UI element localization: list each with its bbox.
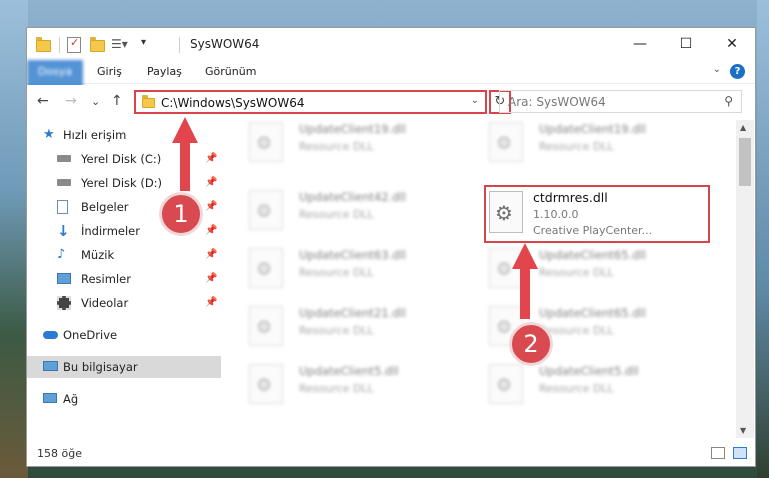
address-bar[interactable]: C:\Windows\SysWOW64 ⌄	[134, 90, 487, 114]
pictures-icon	[57, 273, 71, 284]
computer-icon	[43, 361, 58, 371]
step-2-badge: 2	[509, 322, 553, 366]
tab-share[interactable]: Paylaş	[139, 60, 190, 84]
highlighted-file-version: 1.10.0.0	[533, 208, 579, 221]
file-item[interactable]: UpdateClient21.dll Resource DLL	[241, 304, 456, 350]
maximize-button[interactable]: ☐	[663, 28, 709, 60]
desktop-background-left	[0, 0, 28, 478]
dll-file-icon	[489, 122, 523, 162]
title-bar: ✓ ☰▾ ▾ SysWOW64 — ☐ ✕	[27, 28, 755, 60]
toolbar-separator	[59, 37, 60, 53]
search-placeholder: Ara: SysWOW64	[508, 95, 606, 109]
pin-icon[interactable]: 📌	[205, 268, 217, 290]
scroll-down-icon[interactable]: ▼	[740, 426, 746, 435]
sidebar-item-this-pc[interactable]: Bu bilgisayar	[27, 356, 221, 378]
scroll-up-icon[interactable]: ▲	[740, 123, 746, 132]
title-separator	[179, 37, 180, 53]
search-input[interactable]: Ara: SysWOW64 ⚲	[499, 90, 742, 113]
file-item[interactable]: UpdateClient63.dll Resource DLL	[241, 246, 456, 292]
sidebar-item-pictures[interactable]: Resimler 📌	[27, 268, 221, 290]
desktop-background-right	[757, 0, 769, 478]
cloud-icon	[43, 331, 58, 339]
customize-toolbar-icon[interactable]: ▾	[141, 37, 153, 53]
folder-icon[interactable]	[35, 37, 51, 53]
sidebar-item-music[interactable]: ♪ Müzik 📌	[27, 244, 221, 266]
forward-button[interactable]: →	[65, 93, 77, 109]
large-icons-view-icon[interactable]	[733, 447, 747, 459]
sidebar-item-network[interactable]: Ağ	[27, 388, 221, 410]
drive-icon	[57, 179, 71, 186]
video-icon	[57, 296, 71, 310]
arrow-2-head	[512, 243, 538, 269]
dll-file-icon	[249, 122, 283, 162]
network-icon	[43, 393, 57, 403]
highlighted-file-item[interactable]: ctdrmres.dll 1.10.0.0 Creative PlayCente…	[484, 185, 710, 243]
back-button[interactable]: ←	[37, 93, 49, 109]
navigation-pane: ★ Hızlı erişim Yerel Disk (C:) 📌 Yerel D…	[27, 120, 221, 438]
vertical-scrollbar[interactable]: ▲ ▼	[736, 120, 754, 438]
dll-file-icon	[249, 364, 283, 404]
pin-icon[interactable]: 📌	[205, 196, 217, 218]
highlighted-file-description: Creative PlayCenter...	[533, 224, 653, 237]
pin-icon[interactable]: 📌	[205, 292, 217, 314]
dll-file-icon	[489, 364, 523, 404]
dll-file-icon	[249, 190, 283, 230]
download-icon: ↓	[57, 222, 70, 240]
pin-icon[interactable]: 📌	[205, 172, 217, 194]
view-options-icon[interactable]: ☰▾	[111, 37, 133, 53]
file-item[interactable]: UpdateClient42.dll Resource DLL	[241, 188, 456, 234]
properties-icon[interactable]: ✓	[67, 36, 81, 53]
navigation-bar: ← → ⌄ ↑ C:\Windows\SysWOW64 ⌄ ↻ Ara: Sys…	[27, 85, 755, 119]
up-button[interactable]: ↑	[111, 93, 123, 109]
step-1-badge: 1	[159, 192, 203, 236]
tab-view[interactable]: Görünüm	[197, 60, 264, 84]
documents-icon	[57, 200, 68, 214]
drive-icon	[57, 155, 71, 162]
sidebar-item-onedrive[interactable]: OneDrive	[27, 324, 221, 346]
dll-file-icon	[249, 306, 283, 346]
sidebar-item-videos[interactable]: Videolar 📌	[27, 292, 221, 314]
pin-icon[interactable]: 📌	[205, 244, 217, 266]
highlighted-file-name: ctdrmres.dll	[533, 190, 608, 205]
expand-ribbon-icon[interactable]: ⌄	[713, 64, 721, 75]
dll-file-icon	[489, 191, 523, 233]
address-dropdown-icon[interactable]: ⌄	[471, 95, 479, 106]
details-view-icon[interactable]	[711, 447, 725, 459]
file-item[interactable]: UpdateClient5.dll Resource DLL	[241, 362, 456, 408]
address-text: C:\Windows\SysWOW64	[161, 96, 305, 110]
arrow-2-shaft	[520, 267, 530, 319]
minimize-button[interactable]: —	[617, 28, 663, 60]
music-icon: ♪	[57, 247, 66, 262]
search-icon: ⚲	[724, 94, 733, 108]
address-folder-icon	[142, 95, 155, 108]
arrow-1-shaft	[180, 141, 190, 191]
item-count: 158 öğe	[37, 447, 82, 460]
scrollbar-thumb[interactable]	[739, 138, 751, 186]
status-bar: 158 öğe	[27, 442, 755, 466]
ribbon: Dosya Giriş Paylaş Görünüm ⌄ ?	[27, 60, 755, 106]
file-item[interactable]: UpdateClient19.dll Resource DLL	[481, 120, 696, 166]
explorer-window: ✓ ☰▾ ▾ SysWOW64 — ☐ ✕ Dosya Giriş Paylaş…	[26, 27, 756, 467]
file-list: UpdateClient19.dll Resource DLL UpdateCl…	[229, 120, 735, 438]
sidebar-item-disk-c[interactable]: Yerel Disk (C:) 📌	[27, 148, 221, 170]
close-button[interactable]: ✕	[709, 28, 755, 60]
star-icon: ★	[43, 127, 55, 142]
arrow-1-head	[172, 117, 198, 143]
new-folder-icon[interactable]	[89, 37, 105, 53]
window-title: SysWOW64	[190, 37, 260, 51]
file-item[interactable]: UpdateClient5.dll Resource DLL	[481, 362, 696, 408]
help-icon[interactable]: ?	[730, 64, 745, 79]
pin-icon[interactable]: 📌	[205, 148, 217, 170]
dll-file-icon	[249, 248, 283, 288]
sidebar-item-disk-d[interactable]: Yerel Disk (D:) 📌	[27, 172, 221, 194]
file-item[interactable]: UpdateClient19.dll Resource DLL	[241, 120, 456, 166]
tab-home[interactable]: Giriş	[89, 60, 130, 84]
pin-icon[interactable]: 📌	[205, 220, 217, 242]
recent-locations-button[interactable]: ⌄	[91, 95, 100, 108]
